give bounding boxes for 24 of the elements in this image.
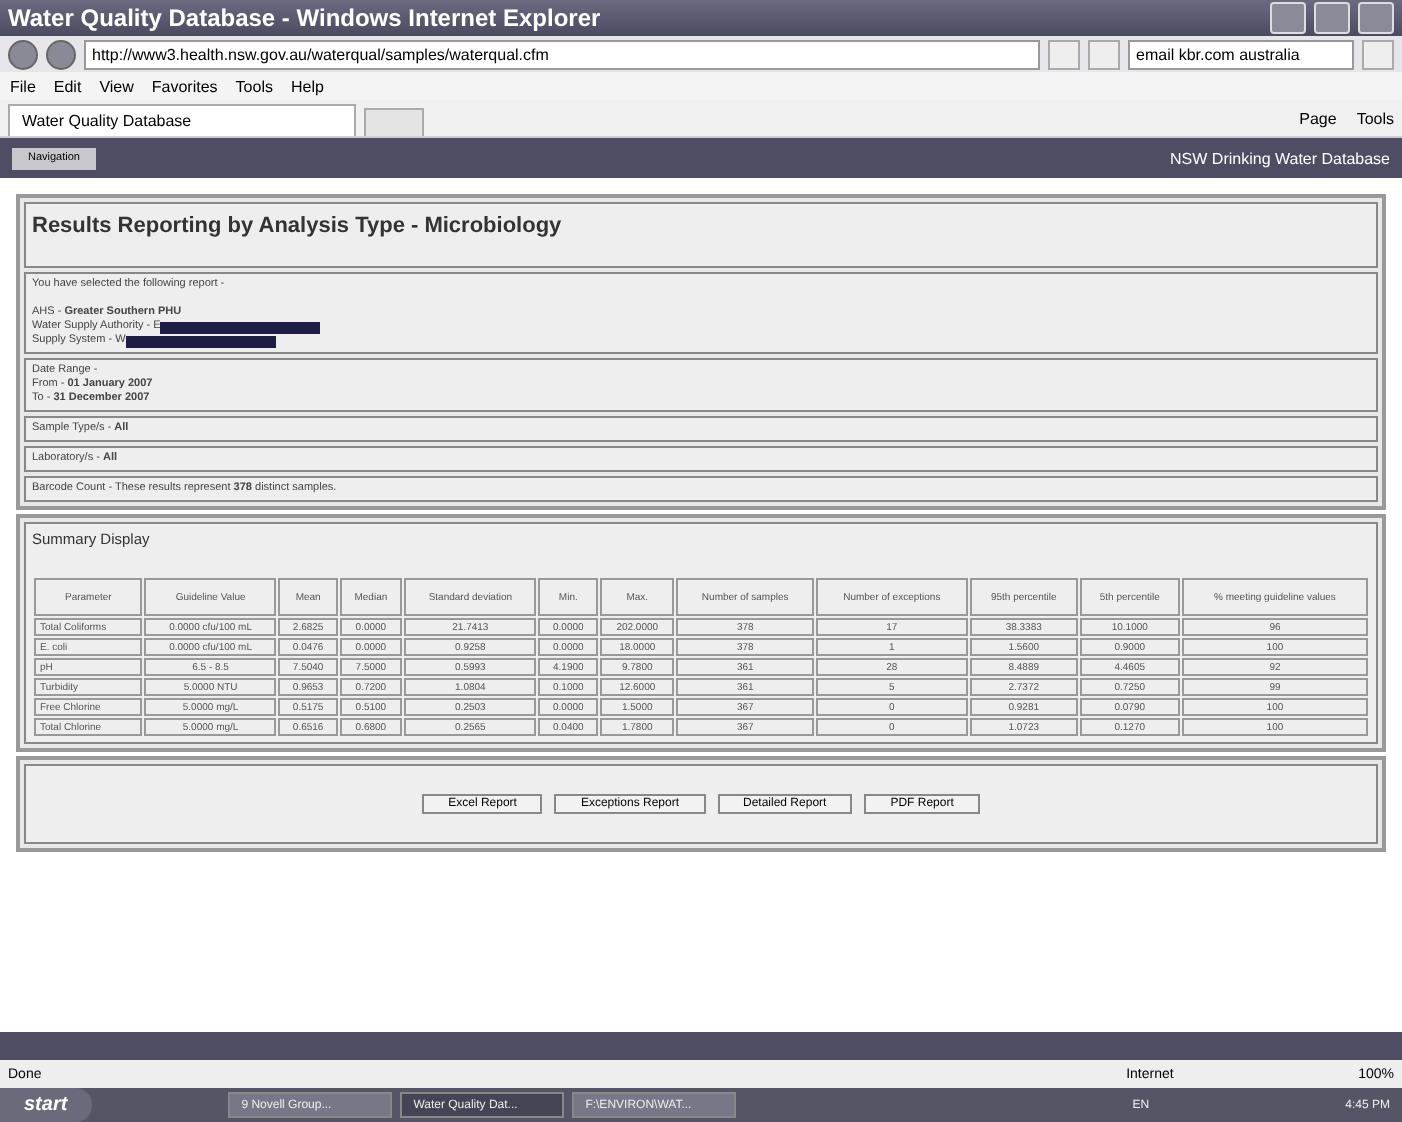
- start-button[interactable]: start: [0, 1088, 92, 1122]
- menu-item[interactable]: File: [10, 77, 36, 95]
- search-field[interactable]: email kbr.com australia: [1128, 39, 1354, 69]
- menu-item[interactable]: Favorites: [151, 77, 218, 95]
- close-button[interactable]: [1358, 2, 1394, 34]
- command-button[interactable]: Tools: [1356, 109, 1394, 127]
- new-tab-button[interactable]: [364, 108, 424, 136]
- minimize-button[interactable]: [1270, 2, 1306, 34]
- menu-item[interactable]: Edit: [53, 77, 82, 95]
- site-title: NSW Drinking Water Database: [1170, 149, 1390, 167]
- menu-item[interactable]: Tools: [235, 77, 273, 95]
- maximize-button[interactable]: [1314, 2, 1350, 34]
- forward-icon[interactable]: [46, 39, 76, 69]
- refresh-button[interactable]: [1048, 39, 1080, 69]
- report-heading: Results Reporting by Analysis Type - Microbiology: [32, 212, 564, 242]
- search-button[interactable]: [1362, 39, 1394, 69]
- window-title: Water Quality Database - Windows Internet Explorer: [8, 4, 603, 32]
- menu-item[interactable]: Help: [290, 77, 324, 95]
- browser-tab[interactable]: Water Quality Database: [8, 104, 356, 136]
- command-button[interactable]: Page: [1299, 109, 1337, 127]
- back-icon[interactable]: [8, 39, 38, 69]
- address-field[interactable]: http://www3.health.nsw.gov.au/waterqual/samples/waterqual.cfm: [84, 39, 1040, 69]
- menu-item[interactable]: View: [99, 77, 134, 95]
- stop-button[interactable]: [1088, 39, 1120, 69]
